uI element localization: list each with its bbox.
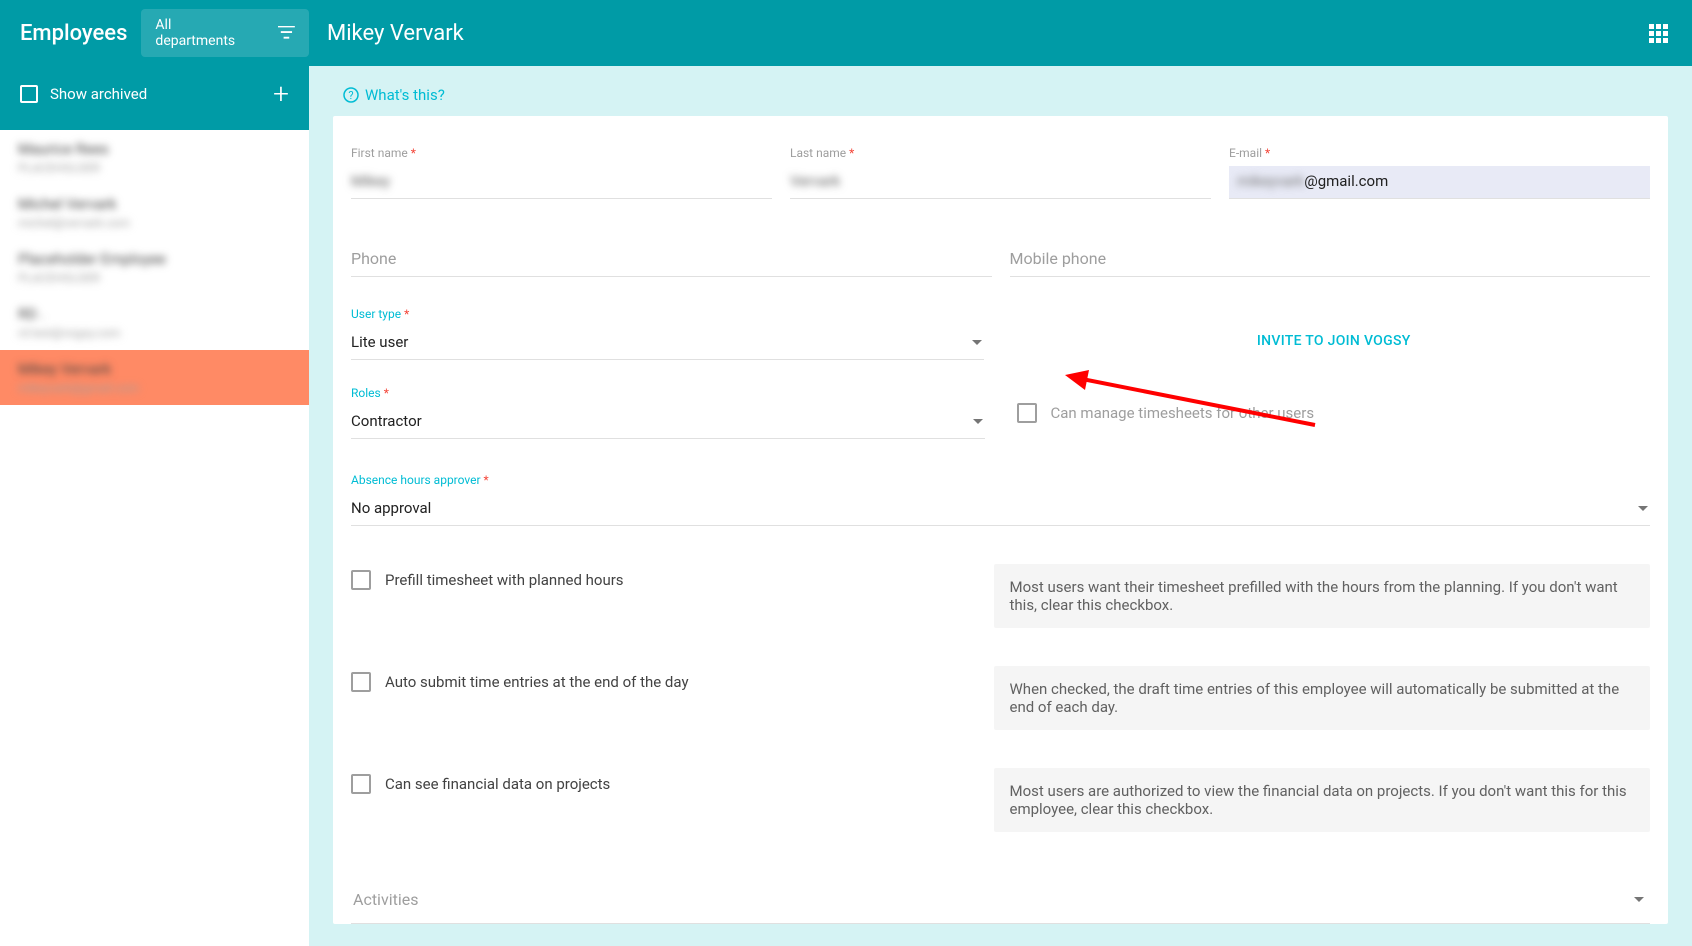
roles-value: Contractor <box>351 412 422 430</box>
employee-list-item[interactable]: RD . rd.test@vogsy.com <box>0 295 309 350</box>
employee-name: Michel Vervark <box>18 195 291 213</box>
last-name-field[interactable]: Vervark <box>790 166 1211 199</box>
filter-icon <box>278 26 295 40</box>
checkbox-icon <box>20 85 38 103</box>
mobile-phone-field[interactable]: Mobile phone <box>1010 243 1651 277</box>
autosubmit-description: When checked, the draft time entries of … <box>994 666 1651 730</box>
employee-list-item[interactable]: Maurice Rees PLACEHOLDER <box>0 130 309 185</box>
show-archived-toggle[interactable]: Show archived <box>20 85 147 103</box>
checkbox-icon <box>1017 403 1037 423</box>
whats-this-link[interactable]: ? What's this? <box>309 66 1692 116</box>
employee-name: RD . <box>18 305 291 323</box>
show-archived-label: Show archived <box>50 85 147 103</box>
whats-this-label: What's this? <box>365 86 445 104</box>
chevron-down-icon <box>1634 897 1644 902</box>
email-label: E-mail * <box>1229 146 1650 160</box>
department-filter-label: All departments <box>155 17 248 49</box>
user-type-select[interactable]: Lite user <box>351 327 984 360</box>
apps-grid-button[interactable] <box>1649 24 1692 43</box>
employee-list-item-selected[interactable]: Mikey Vervark mikeyvark@gmail.com <box>0 350 309 405</box>
phone-field[interactable]: Phone <box>351 243 992 277</box>
page-title: Mikey Vervark <box>309 21 1649 46</box>
employee-name: Placeholder Employee <box>18 250 291 268</box>
department-filter-chip[interactable]: All departments <box>141 9 309 57</box>
absence-approver-value: No approval <box>351 499 431 517</box>
help-icon: ? <box>343 87 359 103</box>
roles-select[interactable]: Contractor <box>351 406 985 439</box>
employee-name: Maurice Rees <box>18 140 291 158</box>
chevron-down-icon <box>972 340 982 345</box>
financial-label: Can see financial data on projects <box>385 775 610 793</box>
roles-label: Roles * <box>351 386 985 400</box>
employee-sub: PLACEHOLDER <box>18 271 291 285</box>
chevron-down-icon <box>1638 506 1648 511</box>
employee-name: Mikey Vervark <box>18 360 291 378</box>
chevron-down-icon <box>973 419 983 424</box>
invite-to-join-button[interactable]: INVITE TO JOIN VOGSY <box>1257 319 1411 349</box>
prefill-description: Most users want their timesheet prefille… <box>994 564 1651 628</box>
email-field[interactable]: mikeyvark@gmail.com <box>1229 166 1650 199</box>
apps-grid-icon <box>1649 24 1668 43</box>
activities-select[interactable]: Activities <box>351 874 1650 924</box>
financial-description: Most users are authorized to view the fi… <box>994 768 1651 832</box>
employee-sub: rd.test@vogsy.com <box>18 326 291 340</box>
absence-approver-select[interactable]: No approval <box>351 493 1650 526</box>
last-name-label: Last name * <box>790 146 1211 160</box>
section-title: Employees <box>20 21 127 46</box>
prefill-label: Prefill timesheet with planned hours <box>385 571 624 589</box>
user-type-value: Lite user <box>351 333 408 351</box>
employee-sub: PLACEHOLDER <box>18 161 291 175</box>
svg-text:?: ? <box>348 89 353 102</box>
manage-timesheets-label: Can manage timesheets for other users <box>1051 404 1315 422</box>
user-type-label: User type * <box>351 307 984 321</box>
employee-sub: michel@vervark.com <box>18 216 291 230</box>
first-name-label: First name * <box>351 146 772 160</box>
absence-approver-label: Absence hours approver * <box>351 473 1650 487</box>
prefill-checkbox[interactable] <box>351 570 371 590</box>
employee-list-item[interactable]: Placeholder Employee PLACEHOLDER <box>0 240 309 295</box>
employee-list: Maurice Rees PLACEHOLDER Michel Vervark … <box>0 130 309 946</box>
employee-sub: mikeyvark@gmail.com <box>18 381 291 395</box>
financial-checkbox[interactable] <box>351 774 371 794</box>
autosubmit-checkbox[interactable] <box>351 672 371 692</box>
employee-list-item[interactable]: Michel Vervark michel@vervark.com <box>0 185 309 240</box>
manage-timesheets-checkbox[interactable]: Can manage timesheets for other users <box>1017 403 1651 423</box>
employee-form: First name * Mikey Last name * Vervark E… <box>333 116 1668 924</box>
add-employee-button[interactable]: + <box>273 80 289 108</box>
first-name-field[interactable]: Mikey <box>351 166 772 199</box>
activities-label: Activities <box>353 890 418 909</box>
autosubmit-label: Auto submit time entries at the end of t… <box>385 673 689 691</box>
